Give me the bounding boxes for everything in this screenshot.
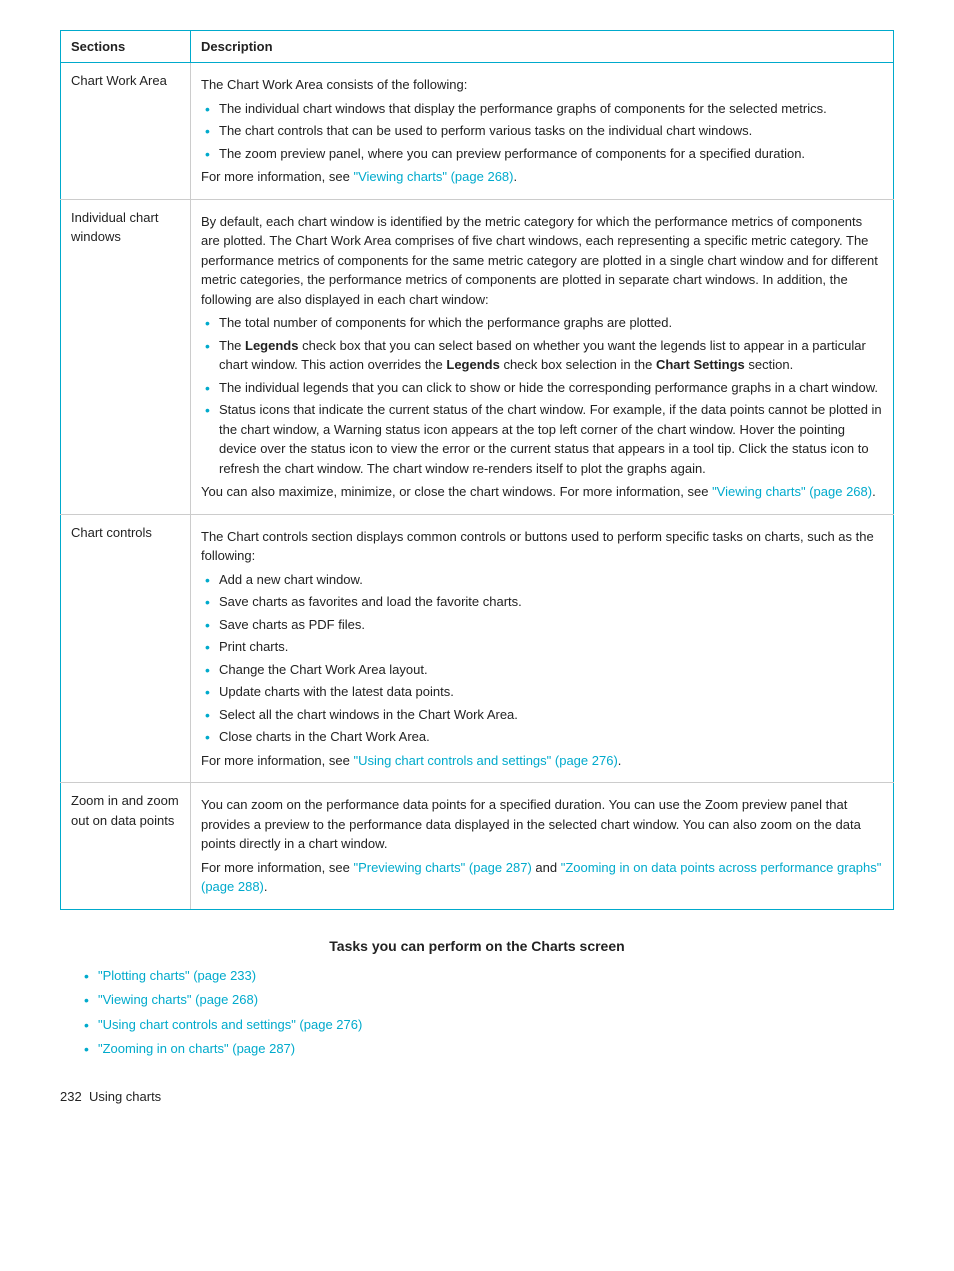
list-item: Update charts with the latest data point… xyxy=(201,682,883,702)
list-item: Print charts. xyxy=(201,637,883,657)
list-item: Close charts in the Chart Work Area. xyxy=(201,727,883,747)
page-number: 232 xyxy=(60,1089,82,1104)
task-link-1[interactable]: "Plotting charts" (page 233) xyxy=(98,968,256,983)
zoom-intro: You can zoom on the performance data poi… xyxy=(201,795,883,854)
main-table: Sections Description Chart Work Area The… xyxy=(60,30,894,910)
section-label-chart-work-area: Chart Work Area xyxy=(61,63,191,200)
icw-bullets: The total number of components for which… xyxy=(201,313,883,478)
task-link-2[interactable]: "Viewing charts" (page 268) xyxy=(98,992,258,1007)
list-item: Status icons that indicate the current s… xyxy=(201,400,883,478)
cwa-bullets: The individual chart windows that displa… xyxy=(201,99,883,164)
cc-footer: For more information, see "Using chart c… xyxy=(201,751,883,771)
section-label-individual-chart: Individual chart windows xyxy=(61,199,191,514)
section-content-zoom: You can zoom on the performance data poi… xyxy=(191,783,894,910)
table-row: Chart Work Area The Chart Work Area cons… xyxy=(61,63,894,200)
task-link-3[interactable]: "Using chart controls and settings" (pag… xyxy=(98,1017,362,1032)
list-item: The total number of components for which… xyxy=(201,313,883,333)
list-item: Add a new chart window. xyxy=(201,570,883,590)
table-row: Chart controls The Chart controls sectio… xyxy=(61,514,894,783)
tasks-list: "Plotting charts" (page 233) "Viewing ch… xyxy=(60,966,894,1059)
section-label-chart-controls: Chart controls xyxy=(61,514,191,783)
list-item: The Legends check box that you can selec… xyxy=(201,336,883,375)
section-content-individual-chart: By default, each chart window is identif… xyxy=(191,199,894,514)
list-item: Change the Chart Work Area layout. xyxy=(201,660,883,680)
section-content-chart-controls: The Chart controls section displays comm… xyxy=(191,514,894,783)
cc-intro: The Chart controls section displays comm… xyxy=(201,527,883,566)
icw-footer: You can also maximize, minimize, or clos… xyxy=(201,482,883,502)
list-item: The zoom preview panel, where you can pr… xyxy=(201,144,883,164)
zoom-link2[interactable]: "Zooming in on data points across perfor… xyxy=(201,860,881,895)
list-item: "Plotting charts" (page 233) xyxy=(80,966,894,986)
list-item: Save charts as PDF files. xyxy=(201,615,883,635)
zoom-footer: For more information, see "Previewing ch… xyxy=(201,858,883,897)
cwa-intro: The Chart Work Area consists of the foll… xyxy=(201,75,883,95)
table-row: Individual chart windows By default, eac… xyxy=(61,199,894,514)
icw-link[interactable]: "Viewing charts" (page 268) xyxy=(712,484,872,499)
col-header-sections: Sections xyxy=(61,31,191,63)
list-item: "Zooming in on charts" (page 287) xyxy=(80,1039,894,1059)
col-header-description: Description xyxy=(191,31,894,63)
task-link-4[interactable]: "Zooming in on charts" (page 287) xyxy=(98,1041,295,1056)
list-item: Select all the chart windows in the Char… xyxy=(201,705,883,725)
list-item: Save charts as favorites and load the fa… xyxy=(201,592,883,612)
list-item: The individual chart windows that displa… xyxy=(201,99,883,119)
section-label-zoom: Zoom in and zoom out on data points xyxy=(61,783,191,910)
tasks-section: Tasks you can perform on the Charts scre… xyxy=(60,938,894,1059)
icw-intro: By default, each chart window is identif… xyxy=(201,212,883,310)
section-content-chart-work-area: The Chart Work Area consists of the foll… xyxy=(191,63,894,200)
cwa-link[interactable]: "Viewing charts" (page 268) xyxy=(353,169,513,184)
table-row: Zoom in and zoom out on data points You … xyxy=(61,783,894,910)
page-footer: 232 Using charts xyxy=(60,1089,894,1104)
list-item: "Viewing charts" (page 268) xyxy=(80,990,894,1010)
cwa-footer: For more information, see "Viewing chart… xyxy=(201,167,883,187)
list-item: The individual legends that you can clic… xyxy=(201,378,883,398)
zoom-link1[interactable]: "Previewing charts" (page 287) xyxy=(353,860,531,875)
list-item: "Using chart controls and settings" (pag… xyxy=(80,1015,894,1035)
tasks-heading: Tasks you can perform on the Charts scre… xyxy=(60,938,894,954)
cc-bullets: Add a new chart window. Save charts as f… xyxy=(201,570,883,747)
list-item: The chart controls that can be used to p… xyxy=(201,121,883,141)
footer-text: Using charts xyxy=(89,1089,161,1104)
cc-link[interactable]: "Using chart controls and settings" (pag… xyxy=(353,753,617,768)
